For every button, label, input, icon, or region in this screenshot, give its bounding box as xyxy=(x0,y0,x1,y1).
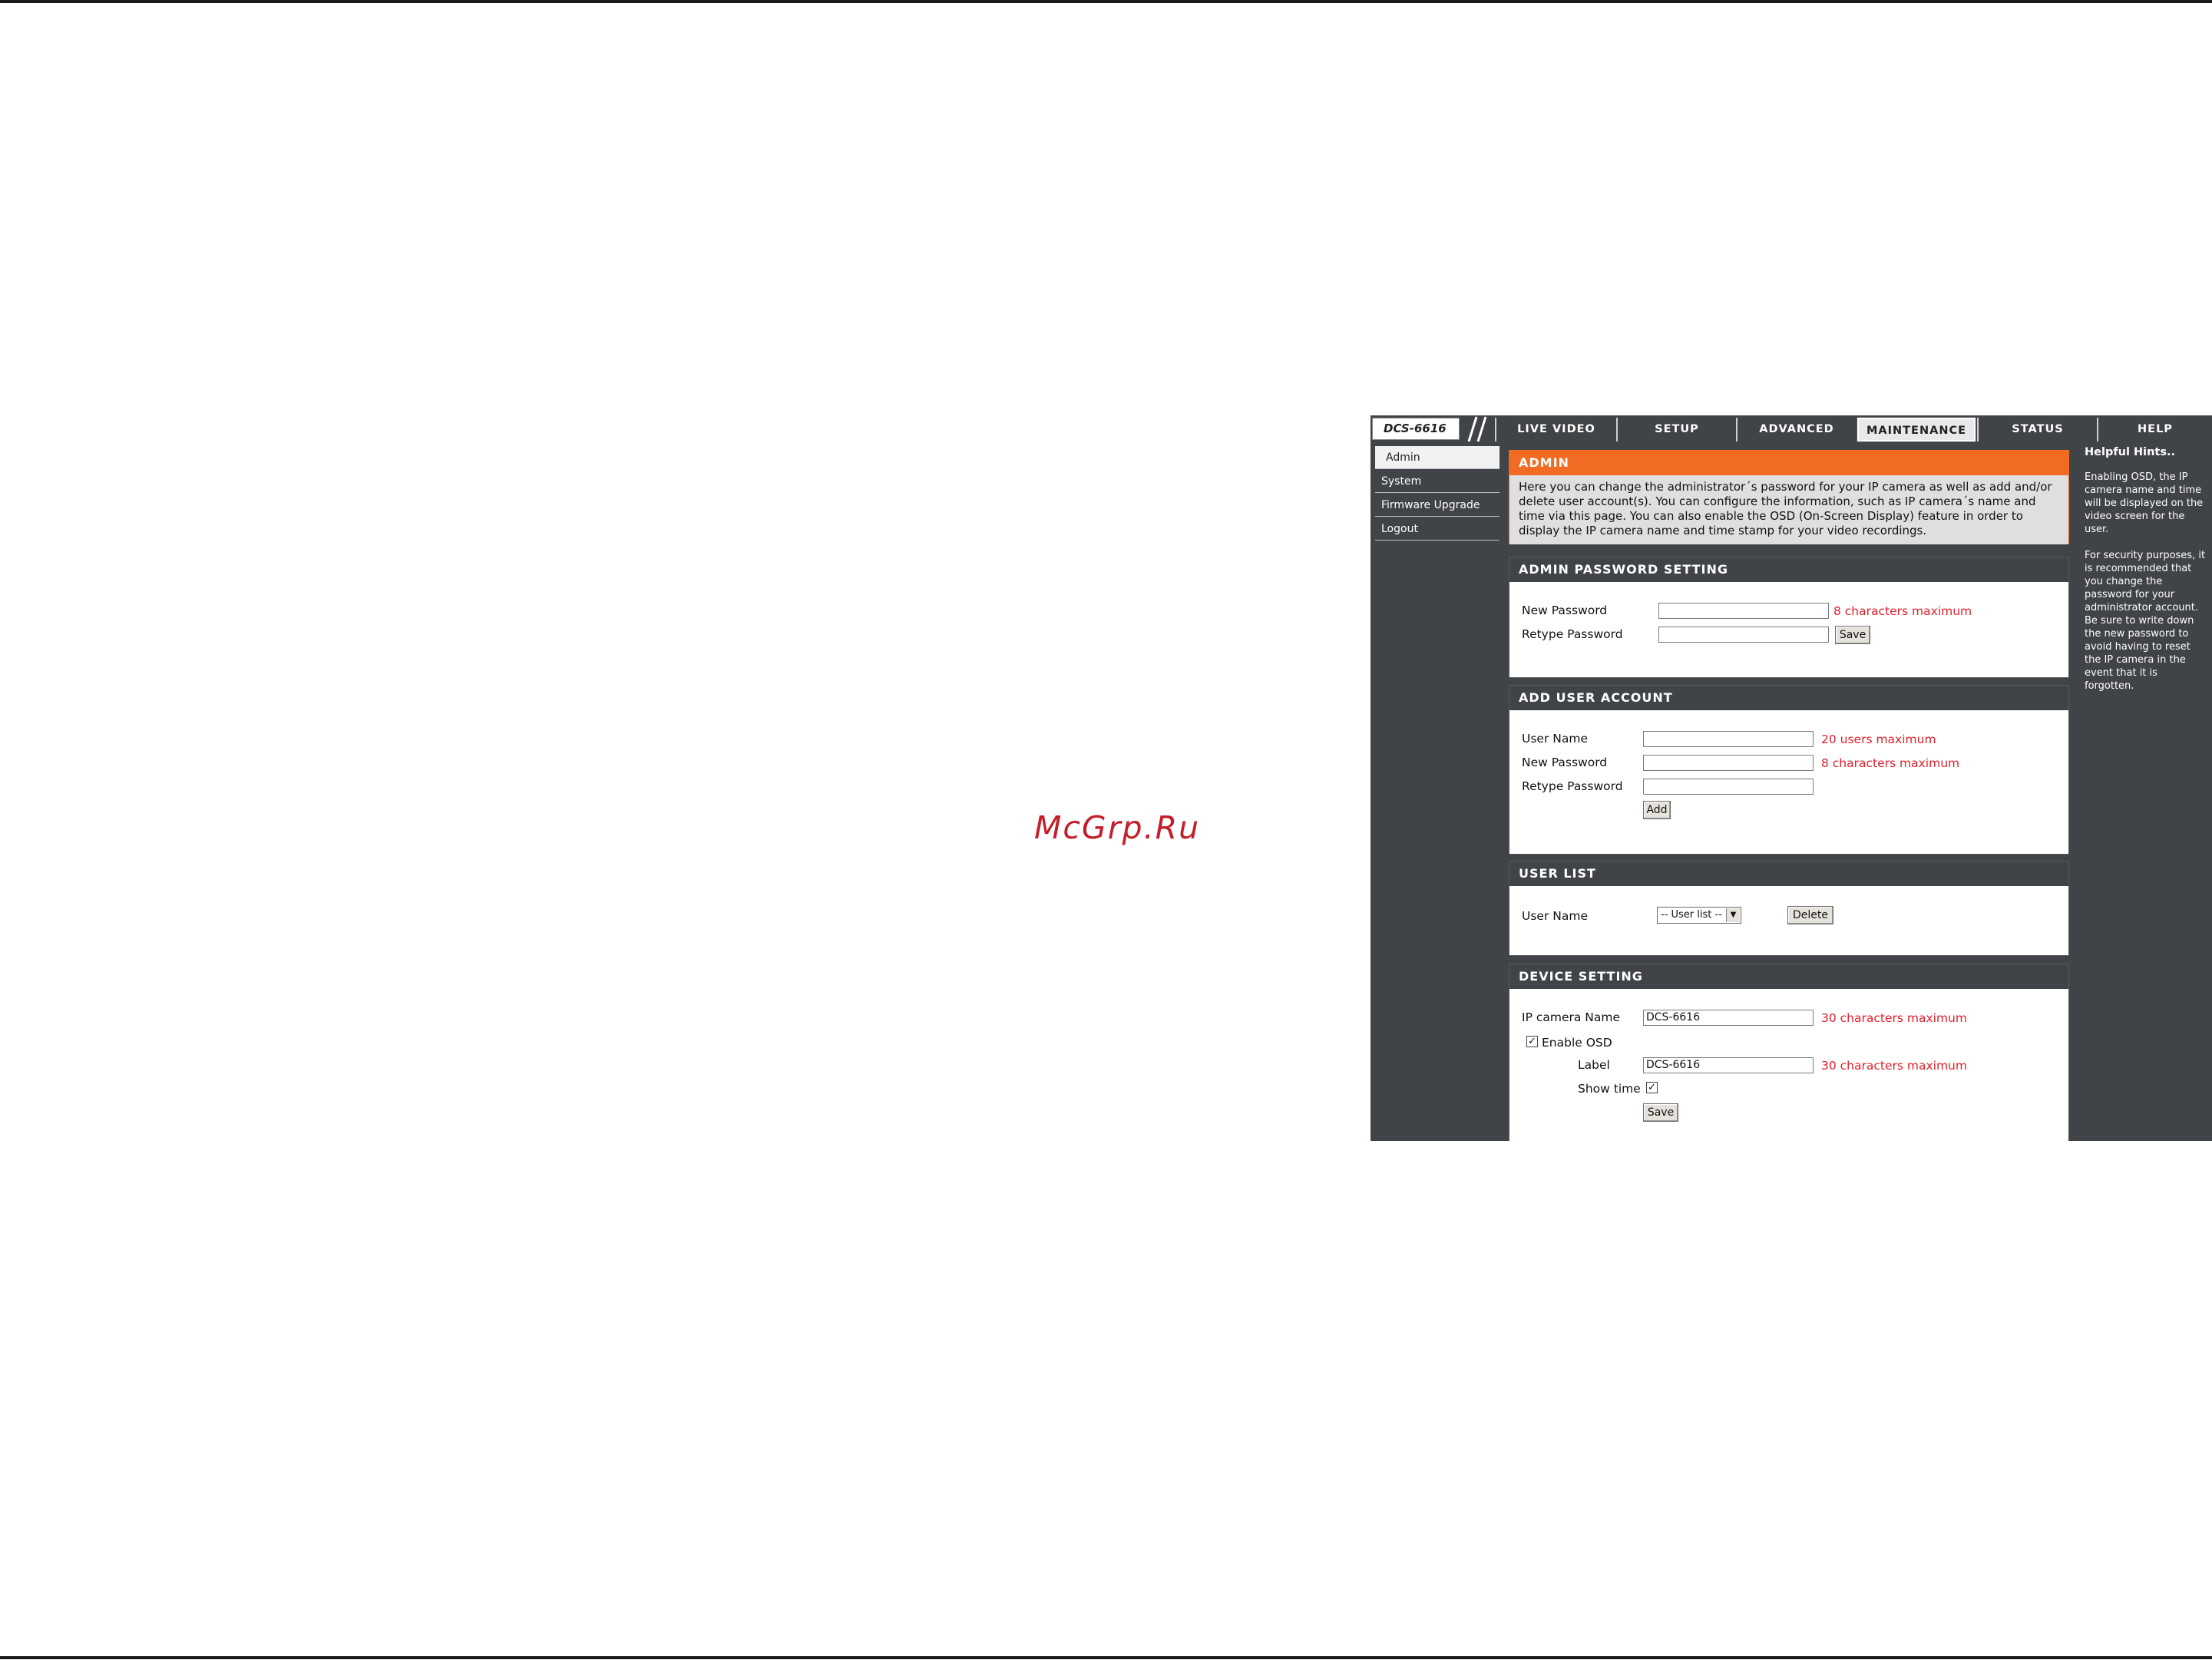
add-user-name-hint: 20 users maximum xyxy=(1821,732,1936,746)
device-setting-save-button[interactable]: Save xyxy=(1643,1103,1678,1122)
sidebar-item-firmware-upgrade[interactable]: Firmware Upgrade xyxy=(1375,494,1499,517)
add-user-name-input[interactable] xyxy=(1643,731,1814,747)
user-list-name-label: User Name xyxy=(1522,909,1588,923)
tab-status[interactable]: STATUS xyxy=(1977,418,2097,441)
sidebar: Admin System Firmware Upgrade Logout xyxy=(1371,443,1503,1141)
camera-name-input[interactable]: DCS-6616 xyxy=(1643,1010,1814,1026)
osd-label-label: Label xyxy=(1578,1058,1610,1072)
tab-maintenance[interactable]: MAINTENANCE xyxy=(1857,417,1976,442)
helpful-hints-panel: Helpful Hints.. Enabling OSD, the IP cam… xyxy=(2080,443,2212,1141)
enable-osd-label: Enable OSD xyxy=(1542,1036,1612,1050)
show-time-checkbox[interactable]: ✓ xyxy=(1646,1082,1658,1093)
tab-live-video[interactable]: LIVE VIDEO xyxy=(1495,418,1616,441)
camera-name-label: IP camera Name xyxy=(1522,1010,1621,1024)
add-user-new-password-label: New Password xyxy=(1522,756,1608,769)
sidebar-item-system[interactable]: System xyxy=(1375,470,1499,493)
osd-label-input[interactable]: DCS-6616 xyxy=(1643,1057,1814,1073)
osd-label-hint: 30 characters maximum xyxy=(1821,1059,1967,1073)
watermark: McGrp.Ru xyxy=(1034,809,1201,846)
admin-retype-password-label: Retype Password xyxy=(1522,627,1623,641)
top-nav-bar: DCS-6616 LIVE VIDEO SETUP ADVANCED MAINT… xyxy=(1371,415,2212,443)
admin-retype-password-input[interactable] xyxy=(1658,627,1829,643)
add-user-name-label: User Name xyxy=(1522,732,1588,746)
admin-description: Here you can change the administrator´s … xyxy=(1509,475,2068,544)
admin-title: ADMIN xyxy=(1509,451,2068,475)
user-list-select[interactable]: -- User list -- ▼ xyxy=(1657,907,1741,924)
device-model-logo: DCS-6616 xyxy=(1372,418,1460,440)
admin-password-title: ADMIN PASSWORD SETTING xyxy=(1509,557,2068,582)
admin-new-password-label: New Password xyxy=(1522,603,1608,617)
add-user-new-password-hint: 8 characters maximum xyxy=(1821,756,1960,770)
dropdown-arrow-icon[interactable]: ▼ xyxy=(1726,908,1740,922)
sidebar-item-logout[interactable]: Logout xyxy=(1375,518,1499,541)
user-list-title: USER LIST xyxy=(1509,861,2068,886)
add-user-new-password-input[interactable] xyxy=(1643,755,1814,771)
tab-setup[interactable]: SETUP xyxy=(1616,418,1736,441)
device-setting-panel: DEVICE SETTING IP camera Name DCS-6616 3… xyxy=(1509,964,2069,1141)
camera-web-ui: DCS-6616 LIVE VIDEO SETUP ADVANCED MAINT… xyxy=(1371,415,2212,1141)
show-time-label: Show time xyxy=(1578,1082,1641,1096)
add-user-retype-password-label: Retype Password xyxy=(1522,779,1623,793)
tab-advanced[interactable]: ADVANCED xyxy=(1736,418,1856,441)
add-user-panel: ADD USER ACCOUNT User Name 20 users maxi… xyxy=(1509,685,2069,855)
hint-paragraph-osd: Enabling OSD, the IP camera name and tim… xyxy=(2085,471,2204,535)
main-content: ADMIN Here you can change the administra… xyxy=(1503,443,2080,1141)
tab-help[interactable]: HELP xyxy=(2097,418,2212,441)
camera-name-hint: 30 characters maximum xyxy=(1821,1011,1967,1025)
admin-password-panel: ADMIN PASSWORD SETTING New Password 8 ch… xyxy=(1509,557,2069,678)
add-user-button[interactable]: Add xyxy=(1643,801,1671,819)
bottom-rule xyxy=(0,1656,2212,1659)
delete-user-button[interactable]: Delete xyxy=(1787,906,1833,924)
user-list-panel: USER LIST User Name -- User list -- ▼ De… xyxy=(1509,861,2069,956)
hint-paragraph-security: For security purposes, it is recommended… xyxy=(2085,550,2206,692)
helpful-hints-title: Helpful Hints.. xyxy=(2085,446,2175,458)
slash-decoration-icon xyxy=(1467,416,1487,442)
add-user-retype-password-input[interactable] xyxy=(1643,779,1814,795)
user-list-selected-value: -- User list -- xyxy=(1661,909,1722,921)
admin-intro-panel: ADMIN Here you can change the administra… xyxy=(1509,450,2069,544)
admin-new-password-input[interactable] xyxy=(1658,603,1829,619)
device-setting-title: DEVICE SETTING xyxy=(1509,964,2068,989)
enable-osd-checkbox[interactable]: ✓ xyxy=(1526,1036,1538,1047)
top-rule xyxy=(0,0,2212,3)
sidebar-item-admin[interactable]: Admin xyxy=(1375,446,1499,469)
admin-password-save-button[interactable]: Save xyxy=(1835,626,1870,644)
admin-new-password-hint: 8 characters maximum xyxy=(1833,604,1972,618)
add-user-title: ADD USER ACCOUNT xyxy=(1509,686,2068,710)
